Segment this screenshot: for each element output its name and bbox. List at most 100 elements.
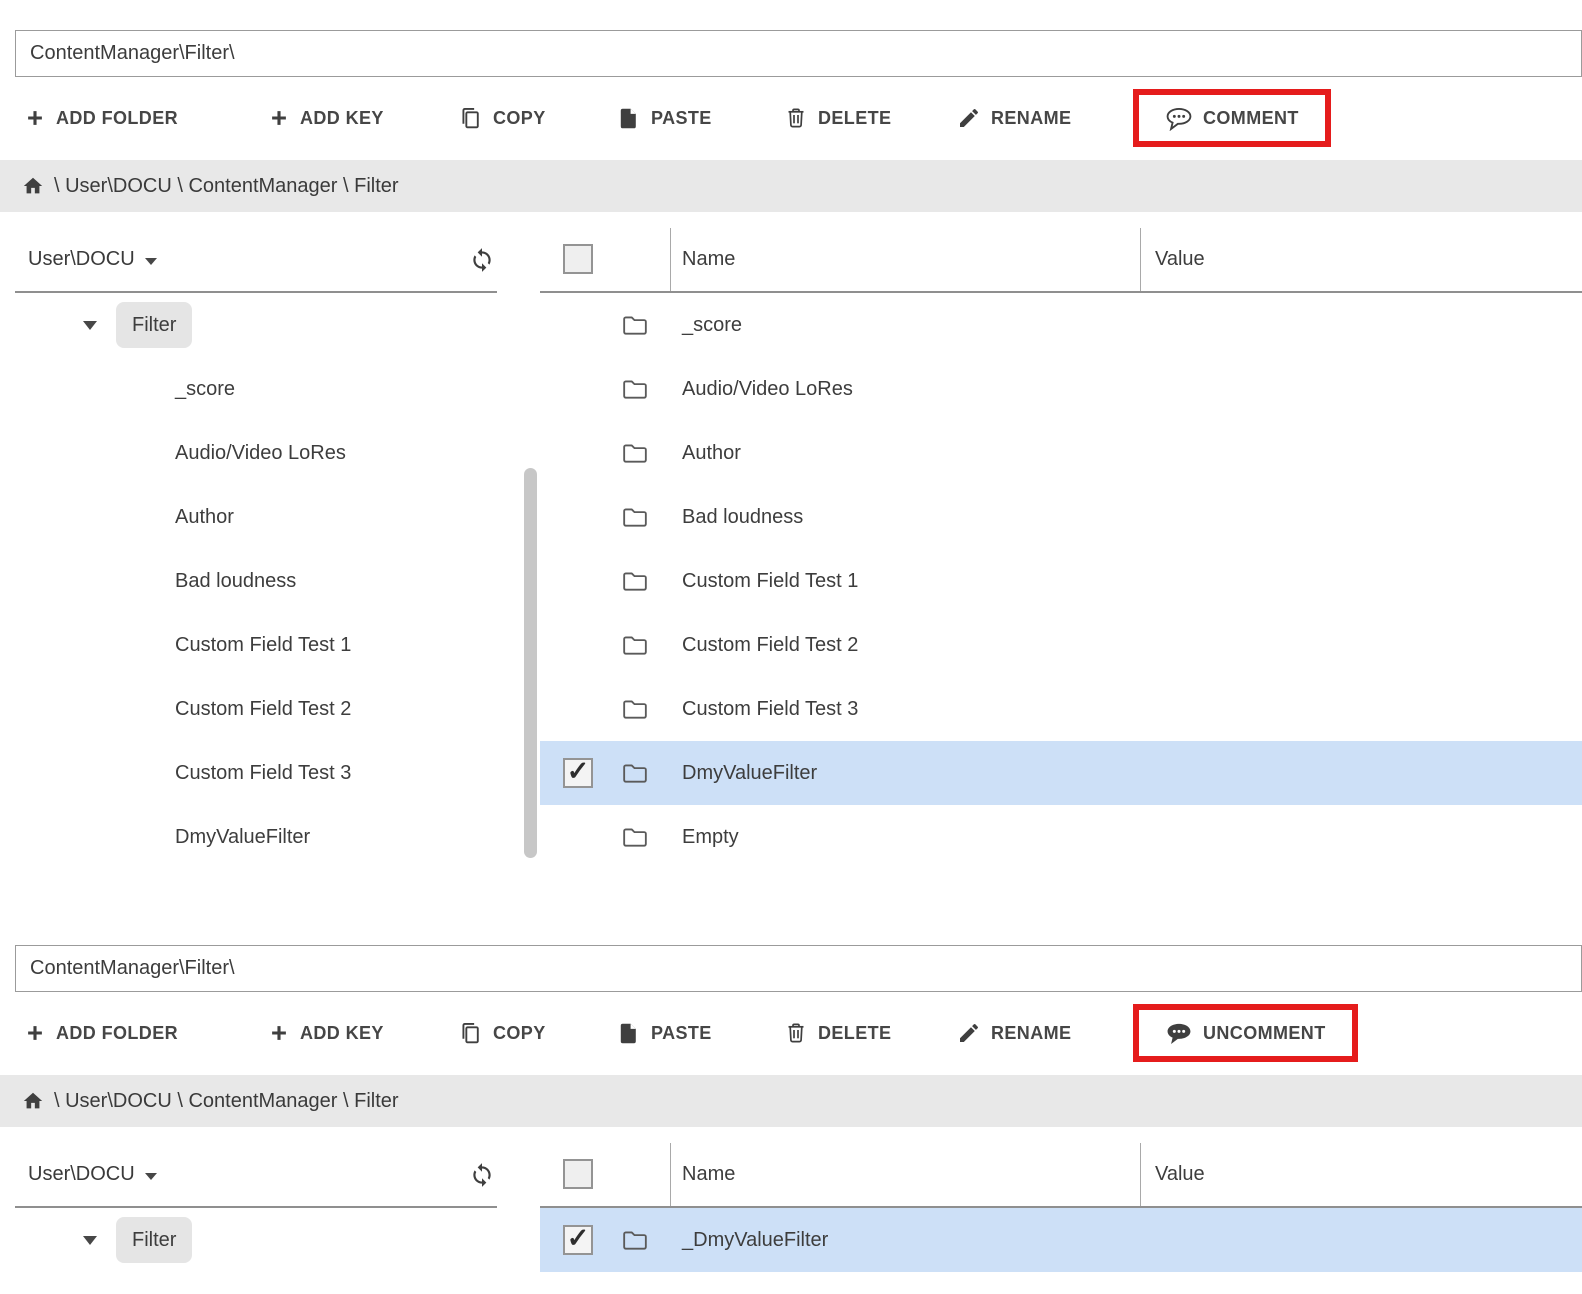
table-row[interactable]: Custom Field Test 2 xyxy=(540,613,1582,677)
copy-button[interactable]: COPY xyxy=(458,1003,546,1063)
add-key-label: ADD KEY xyxy=(300,108,384,129)
paste-icon xyxy=(616,1021,641,1046)
tree-root-selector[interactable]: User\DOCU xyxy=(28,1163,157,1186)
add-key-button[interactable]: ADD KEY xyxy=(268,88,384,148)
tree-item[interactable]: _score xyxy=(0,357,505,421)
add-key-label: ADD KEY xyxy=(300,1023,384,1044)
comment-icon xyxy=(1165,105,1193,131)
add-key-button[interactable]: ADD KEY xyxy=(268,1003,384,1063)
folder-icon xyxy=(622,506,648,528)
folder-icon xyxy=(622,1229,648,1251)
table-row[interactable]: Bad loudness xyxy=(540,485,1582,549)
rename-label: RENAME xyxy=(991,108,1071,129)
tree-item-filter[interactable]: Filter xyxy=(0,1208,505,1272)
delete-button[interactable]: DELETE xyxy=(784,88,891,148)
breadcrumb: \ User\DOCU \ ContentManager \ Filter xyxy=(0,160,1582,212)
uncomment-button[interactable]: UNCOMMENT xyxy=(1165,1020,1326,1046)
tree-item-label: DmyValueFilter xyxy=(175,826,310,849)
add-folder-button[interactable]: ADD FOLDER xyxy=(24,88,178,148)
add-folder-label: ADD FOLDER xyxy=(56,1023,178,1044)
trash-icon xyxy=(784,1021,808,1045)
table-row[interactable]: Custom Field Test 3 xyxy=(540,677,1582,741)
folder-icon xyxy=(622,634,648,656)
breadcrumb-path: \ User\DOCU \ ContentManager \ Filter xyxy=(54,1090,399,1113)
table-row[interactable]: Empty xyxy=(540,805,1582,869)
column-divider xyxy=(670,228,671,291)
tree-item[interactable]: Author xyxy=(0,485,505,549)
table-row-selected[interactable]: ✓ _DmyValueFilter xyxy=(540,1208,1582,1272)
toolbar: ADD FOLDER ADD KEY COPY PASTE DELETE REN… xyxy=(0,88,1582,148)
tree-item[interactable]: Audio/Video LoRes xyxy=(0,421,505,485)
chevron-down-icon xyxy=(145,258,157,265)
cell-name: Custom Field Test 2 xyxy=(682,613,858,677)
breadcrumb: \ User\DOCU \ ContentManager \ Filter xyxy=(0,1075,1582,1127)
select-all-checkbox[interactable] xyxy=(563,1159,593,1189)
delete-label: DELETE xyxy=(818,1023,891,1044)
copy-button[interactable]: COPY xyxy=(458,88,546,148)
home-icon[interactable] xyxy=(22,1090,44,1112)
column-divider xyxy=(670,1143,671,1206)
tree-item-label: Filter xyxy=(116,1217,192,1263)
scrollbar[interactable] xyxy=(524,468,537,858)
paste-label: PASTE xyxy=(651,1023,712,1044)
tree-item[interactable]: Custom Field Test 3 xyxy=(0,741,505,805)
tree-item[interactable]: Custom Field Test 1 xyxy=(0,613,505,677)
tree-item-filter[interactable]: Filter xyxy=(0,293,505,357)
table-row[interactable]: Custom Field Test 1 xyxy=(540,549,1582,613)
folder-icon xyxy=(622,762,648,784)
table-row-selected[interactable]: ✓ DmyValueFilter xyxy=(540,741,1582,805)
table-header: Name Value xyxy=(540,1143,1582,1208)
pencil-icon xyxy=(957,106,981,130)
column-header-name[interactable]: Name xyxy=(682,1143,735,1206)
row-checkbox-checked[interactable]: ✓ xyxy=(563,1225,593,1255)
column-divider xyxy=(1140,1143,1141,1206)
column-header-value[interactable]: Value xyxy=(1155,228,1205,291)
add-folder-button[interactable]: ADD FOLDER xyxy=(24,1003,178,1063)
column-header-value[interactable]: Value xyxy=(1155,1143,1205,1206)
expander-caret-icon[interactable] xyxy=(83,321,97,330)
path-input[interactable] xyxy=(15,945,1582,992)
breadcrumb-path: \ User\DOCU \ ContentManager \ Filter xyxy=(54,175,399,198)
check-mark: ✓ xyxy=(567,1225,590,1252)
refresh-icon[interactable] xyxy=(469,247,495,273)
tree-item[interactable]: Custom Field Test 2 xyxy=(0,677,505,741)
tree-item-label: Custom Field Test 3 xyxy=(175,762,351,785)
table-row[interactable]: Author xyxy=(540,421,1582,485)
table-header: Name Value xyxy=(540,228,1582,293)
tree-item[interactable]: DmyValueFilter xyxy=(0,805,505,869)
cell-name: Custom Field Test 1 xyxy=(682,549,858,613)
expander-caret-icon[interactable] xyxy=(83,1236,97,1245)
home-icon[interactable] xyxy=(22,175,44,197)
tree-item[interactable]: Bad loudness xyxy=(0,549,505,613)
paste-button[interactable]: PASTE xyxy=(616,1003,712,1063)
delete-button[interactable]: DELETE xyxy=(784,1003,891,1063)
plus-icon xyxy=(24,1022,46,1044)
copy-icon xyxy=(458,1021,483,1046)
refresh-icon[interactable] xyxy=(469,1162,495,1188)
paste-label: PASTE xyxy=(651,108,712,129)
select-all-checkbox[interactable] xyxy=(563,244,593,274)
cell-name: Audio/Video LoRes xyxy=(682,357,853,421)
folder-icon xyxy=(622,378,648,400)
tree-root-label: User\DOCU xyxy=(28,1163,135,1186)
table-row[interactable]: Audio/Video LoRes xyxy=(540,357,1582,421)
row-checkbox-checked[interactable]: ✓ xyxy=(563,758,593,788)
paste-button[interactable]: PASTE xyxy=(616,88,712,148)
comment-button[interactable]: COMMENT xyxy=(1165,105,1299,131)
paste-icon xyxy=(616,106,641,131)
comment-label: COMMENT xyxy=(1203,108,1299,129)
rename-button[interactable]: RENAME xyxy=(957,1003,1071,1063)
column-header-name[interactable]: Name xyxy=(682,228,735,291)
path-input[interactable] xyxy=(15,30,1582,77)
comment-filled-icon xyxy=(1165,1020,1193,1046)
tree-item-label: Custom Field Test 1 xyxy=(175,634,351,657)
tree-item-label: Filter xyxy=(116,302,192,348)
add-folder-label: ADD FOLDER xyxy=(56,108,178,129)
copy-label: COPY xyxy=(493,108,546,129)
tree-root-selector[interactable]: User\DOCU xyxy=(28,248,157,271)
table-row[interactable]: _score xyxy=(540,293,1582,357)
rename-button[interactable]: RENAME xyxy=(957,88,1071,148)
folder-icon xyxy=(622,570,648,592)
tree-header: User\DOCU xyxy=(15,1143,497,1208)
tree-item-label: Bad loudness xyxy=(175,570,296,593)
